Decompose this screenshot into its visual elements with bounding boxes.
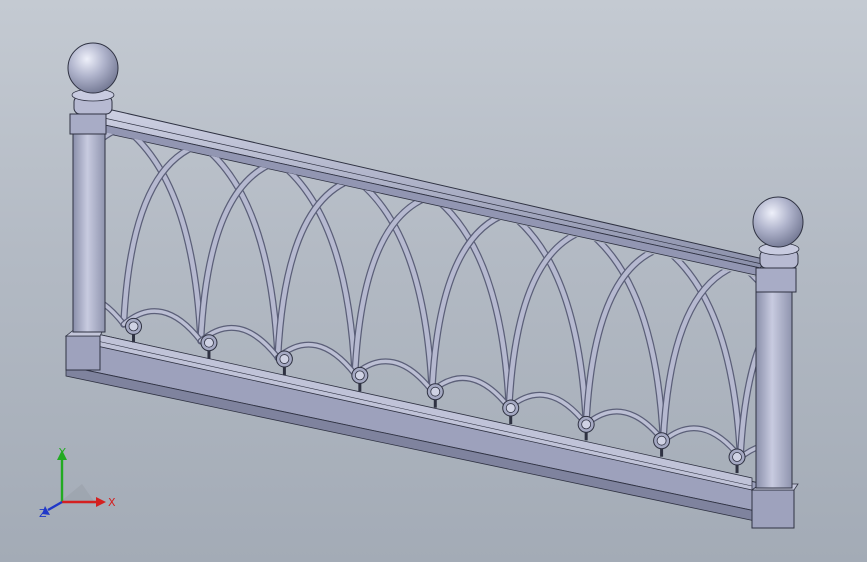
left-post[interactable]	[64, 42, 119, 371]
graphics-viewport[interactable]: Y X Z	[0, 0, 867, 562]
x-arrow-icon	[96, 497, 106, 507]
y-axis-label: Y	[58, 446, 66, 459]
top-rail[interactable]	[99, 109, 769, 277]
scallop-bar	[661, 426, 743, 460]
railing-model[interactable]	[0, 0, 867, 562]
scallop-bar	[817, 462, 867, 491]
rosette	[502, 399, 520, 425]
rosette	[653, 432, 671, 457]
rosette	[577, 415, 595, 441]
scallop-bar	[584, 409, 665, 443]
right-post[interactable]	[750, 196, 804, 529]
scallop-shadow	[817, 462, 867, 491]
scallop-bar	[507, 393, 588, 427]
rosette	[728, 448, 746, 474]
rosette	[200, 334, 218, 359]
z-axis	[47, 500, 63, 512]
rosette	[351, 366, 369, 392]
rosette	[275, 350, 293, 376]
rosette	[426, 383, 444, 408]
z-axis-label: Z	[39, 507, 47, 518]
axis-triad: Y X Z	[39, 446, 116, 518]
rosette	[125, 317, 143, 343]
x-axis-label: X	[108, 496, 116, 509]
